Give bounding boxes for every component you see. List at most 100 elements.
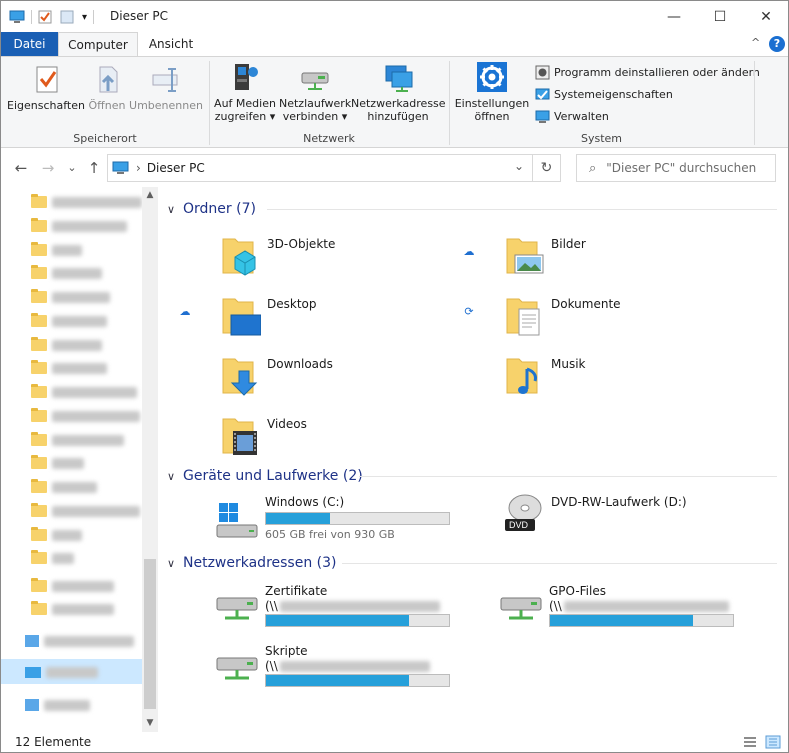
- blurred-label: [52, 505, 140, 517]
- sidebar-item[interactable]: [31, 262, 102, 284]
- sidebar-item[interactable]: [31, 429, 124, 451]
- umbenennen-button[interactable]: Umbenennen: [129, 63, 203, 112]
- minimize-button[interactable]: —: [651, 1, 697, 32]
- scroll-thumb[interactable]: [144, 559, 156, 709]
- section-ordner[interactable]: ∨ Ordner (7): [167, 199, 777, 219]
- folder-dokumente[interactable]: Dokumente: [505, 291, 735, 343]
- folder-desktop[interactable]: Desktop: [221, 291, 451, 343]
- computer-icon: [9, 10, 25, 23]
- sidebar-item[interactable]: [25, 694, 90, 716]
- sidebar-item-dieser-pc[interactable]: [25, 661, 98, 683]
- section-divider: [342, 563, 777, 564]
- group-netzwerk: Netzwerk: [303, 132, 355, 145]
- details-view-icon[interactable]: [743, 736, 757, 748]
- folder-bilder[interactable]: Bilder: [505, 231, 735, 283]
- folder-videos[interactable]: Videos: [221, 411, 451, 463]
- qa-customize-icon[interactable]: ▾: [82, 12, 87, 23]
- sidebar-item[interactable]: [31, 215, 127, 237]
- sidebar-item[interactable]: [31, 476, 97, 498]
- folder-icon: [31, 218, 47, 232]
- new-folder-icon[interactable]: [60, 10, 74, 24]
- sidebar-item[interactable]: [31, 191, 142, 213]
- sidebar-item[interactable]: [31, 334, 102, 356]
- folder-musik[interactable]: Musik: [505, 351, 735, 403]
- sidebar-item[interactable]: [31, 381, 137, 403]
- blurred-label: [44, 635, 134, 647]
- sidebar-item[interactable]: [31, 357, 107, 379]
- blurred-label: [52, 220, 127, 232]
- windows-drive-icon: [216, 503, 258, 538]
- network-usage-bar: [549, 614, 734, 627]
- desktop-folder-icon: [222, 298, 261, 336]
- refresh-button[interactable]: ↻: [533, 154, 561, 182]
- blurred-label: [52, 291, 110, 303]
- blurred-label: [52, 410, 140, 422]
- oeffnen-label: Öffnen: [88, 99, 126, 112]
- folder-icon: [31, 503, 47, 517]
- drive-d[interactable]: DVD DVD-RW-Laufwerk (D:): [501, 494, 741, 551]
- network-gpo-files[interactable]: GPO-Files (\\: [499, 584, 739, 640]
- section-netzwerk[interactable]: ∨ Netzwerkadressen (3): [167, 553, 777, 573]
- netzwerkadresse-button[interactable]: Netzwerkadresse hinzufügen: [351, 61, 446, 123]
- folder-downloads[interactable]: Downloads: [221, 351, 451, 403]
- scroll-up-icon[interactable]: ▲: [142, 187, 158, 203]
- forward-button[interactable]: →: [39, 159, 57, 177]
- open-icon: [91, 63, 123, 95]
- section-geraete[interactable]: ∨ Geräte und Laufwerke (2): [167, 466, 777, 486]
- eigenschaften-button[interactable]: Eigenschaften: [7, 63, 85, 112]
- sidebar-item[interactable]: [31, 405, 140, 427]
- sidebar-item[interactable]: [31, 524, 82, 546]
- sidebar-item[interactable]: [31, 500, 140, 522]
- sidebar-item[interactable]: [31, 547, 74, 569]
- blurred-path: [279, 600, 440, 612]
- blurred-label: [52, 362, 107, 374]
- laufwerk-label-1: Netzlaufwerk: [279, 97, 352, 110]
- tab-computer[interactable]: Computer: [58, 32, 138, 57]
- medien-zugreifen-button[interactable]: Auf Medien zugreifen ▾: [213, 61, 277, 123]
- einstellungen-oeffnen-button[interactable]: Einstellungen öffnen: [453, 61, 531, 123]
- netzlaufwerk-verbinden-button[interactable]: Netzlaufwerk verbinden ▾: [279, 61, 351, 123]
- large-icons-view-icon[interactable]: [765, 735, 781, 749]
- up-button[interactable]: ↑: [85, 159, 103, 177]
- sidebar-item[interactable]: [31, 239, 82, 261]
- folder-3d-objekte[interactable]: 3D-Objekte: [221, 231, 451, 283]
- sidebar-item[interactable]: [25, 630, 134, 652]
- sidebar-scrollbar[interactable]: ▲ ▼: [142, 187, 158, 732]
- maximize-button[interactable]: ☐: [697, 1, 743, 32]
- network-label: GPO-Files: [549, 584, 606, 598]
- sidebar-item[interactable]: [31, 310, 107, 332]
- ribbon-tabs: Datei Computer Ansicht: [1, 32, 788, 57]
- tab-datei[interactable]: Datei: [1, 32, 58, 56]
- help-icon[interactable]: ?: [769, 36, 785, 52]
- address-dropdown-icon[interactable]: ⌄: [514, 159, 524, 173]
- blurred-label: [52, 434, 124, 446]
- search-input[interactable]: ⌕ "Dieser PC" durchsuchen: [576, 154, 776, 182]
- explorer-window: ▾ Dieser PC — ☐ ✕ Datei Computer Ansicht…: [0, 0, 789, 753]
- network-path: (\\: [265, 659, 430, 673]
- systemeigenschaften-button[interactable]: Systemeigenschaften: [535, 85, 673, 103]
- back-button[interactable]: ←: [12, 159, 30, 177]
- blurred-label: [52, 529, 82, 541]
- content-pane: ∨ Ordner (7) 3D-Objekte ☁ Bilder ☁ Deskt…: [159, 187, 788, 732]
- network-zertifikate[interactable]: Zertifikate (\\: [215, 584, 455, 640]
- scroll-down-icon[interactable]: ▼: [142, 715, 158, 731]
- programm-deinstallieren-button[interactable]: Programm deinstallieren oder ändern: [535, 63, 760, 81]
- oeffnen-button[interactable]: Öffnen: [85, 63, 129, 112]
- verwalten-button[interactable]: Verwalten: [535, 107, 609, 125]
- drive-c[interactable]: Windows (C:) 605 GB frei von 930 GB: [215, 495, 455, 551]
- sidebar-item[interactable]: [31, 575, 114, 597]
- ribbon-collapse-icon[interactable]: ^: [751, 36, 760, 49]
- folder-icon: [31, 265, 47, 279]
- sidebar-item[interactable]: [31, 452, 84, 474]
- tab-ansicht[interactable]: Ansicht: [138, 32, 204, 56]
- recent-locations-button[interactable]: ⌄: [63, 159, 81, 177]
- sidebar-item[interactable]: [31, 286, 110, 308]
- address-bar[interactable]: › Dieser PC ⌄: [107, 154, 533, 182]
- close-button[interactable]: ✕: [743, 1, 788, 32]
- drive-label: DVD-RW-Laufwerk (D:): [551, 495, 687, 509]
- blurred-label: [44, 699, 90, 711]
- documents-folder-icon: [506, 298, 540, 336]
- network-skripte[interactable]: Skripte (\\: [215, 644, 455, 700]
- sidebar-item[interactable]: [31, 598, 114, 620]
- properties-icon[interactable]: [38, 10, 52, 24]
